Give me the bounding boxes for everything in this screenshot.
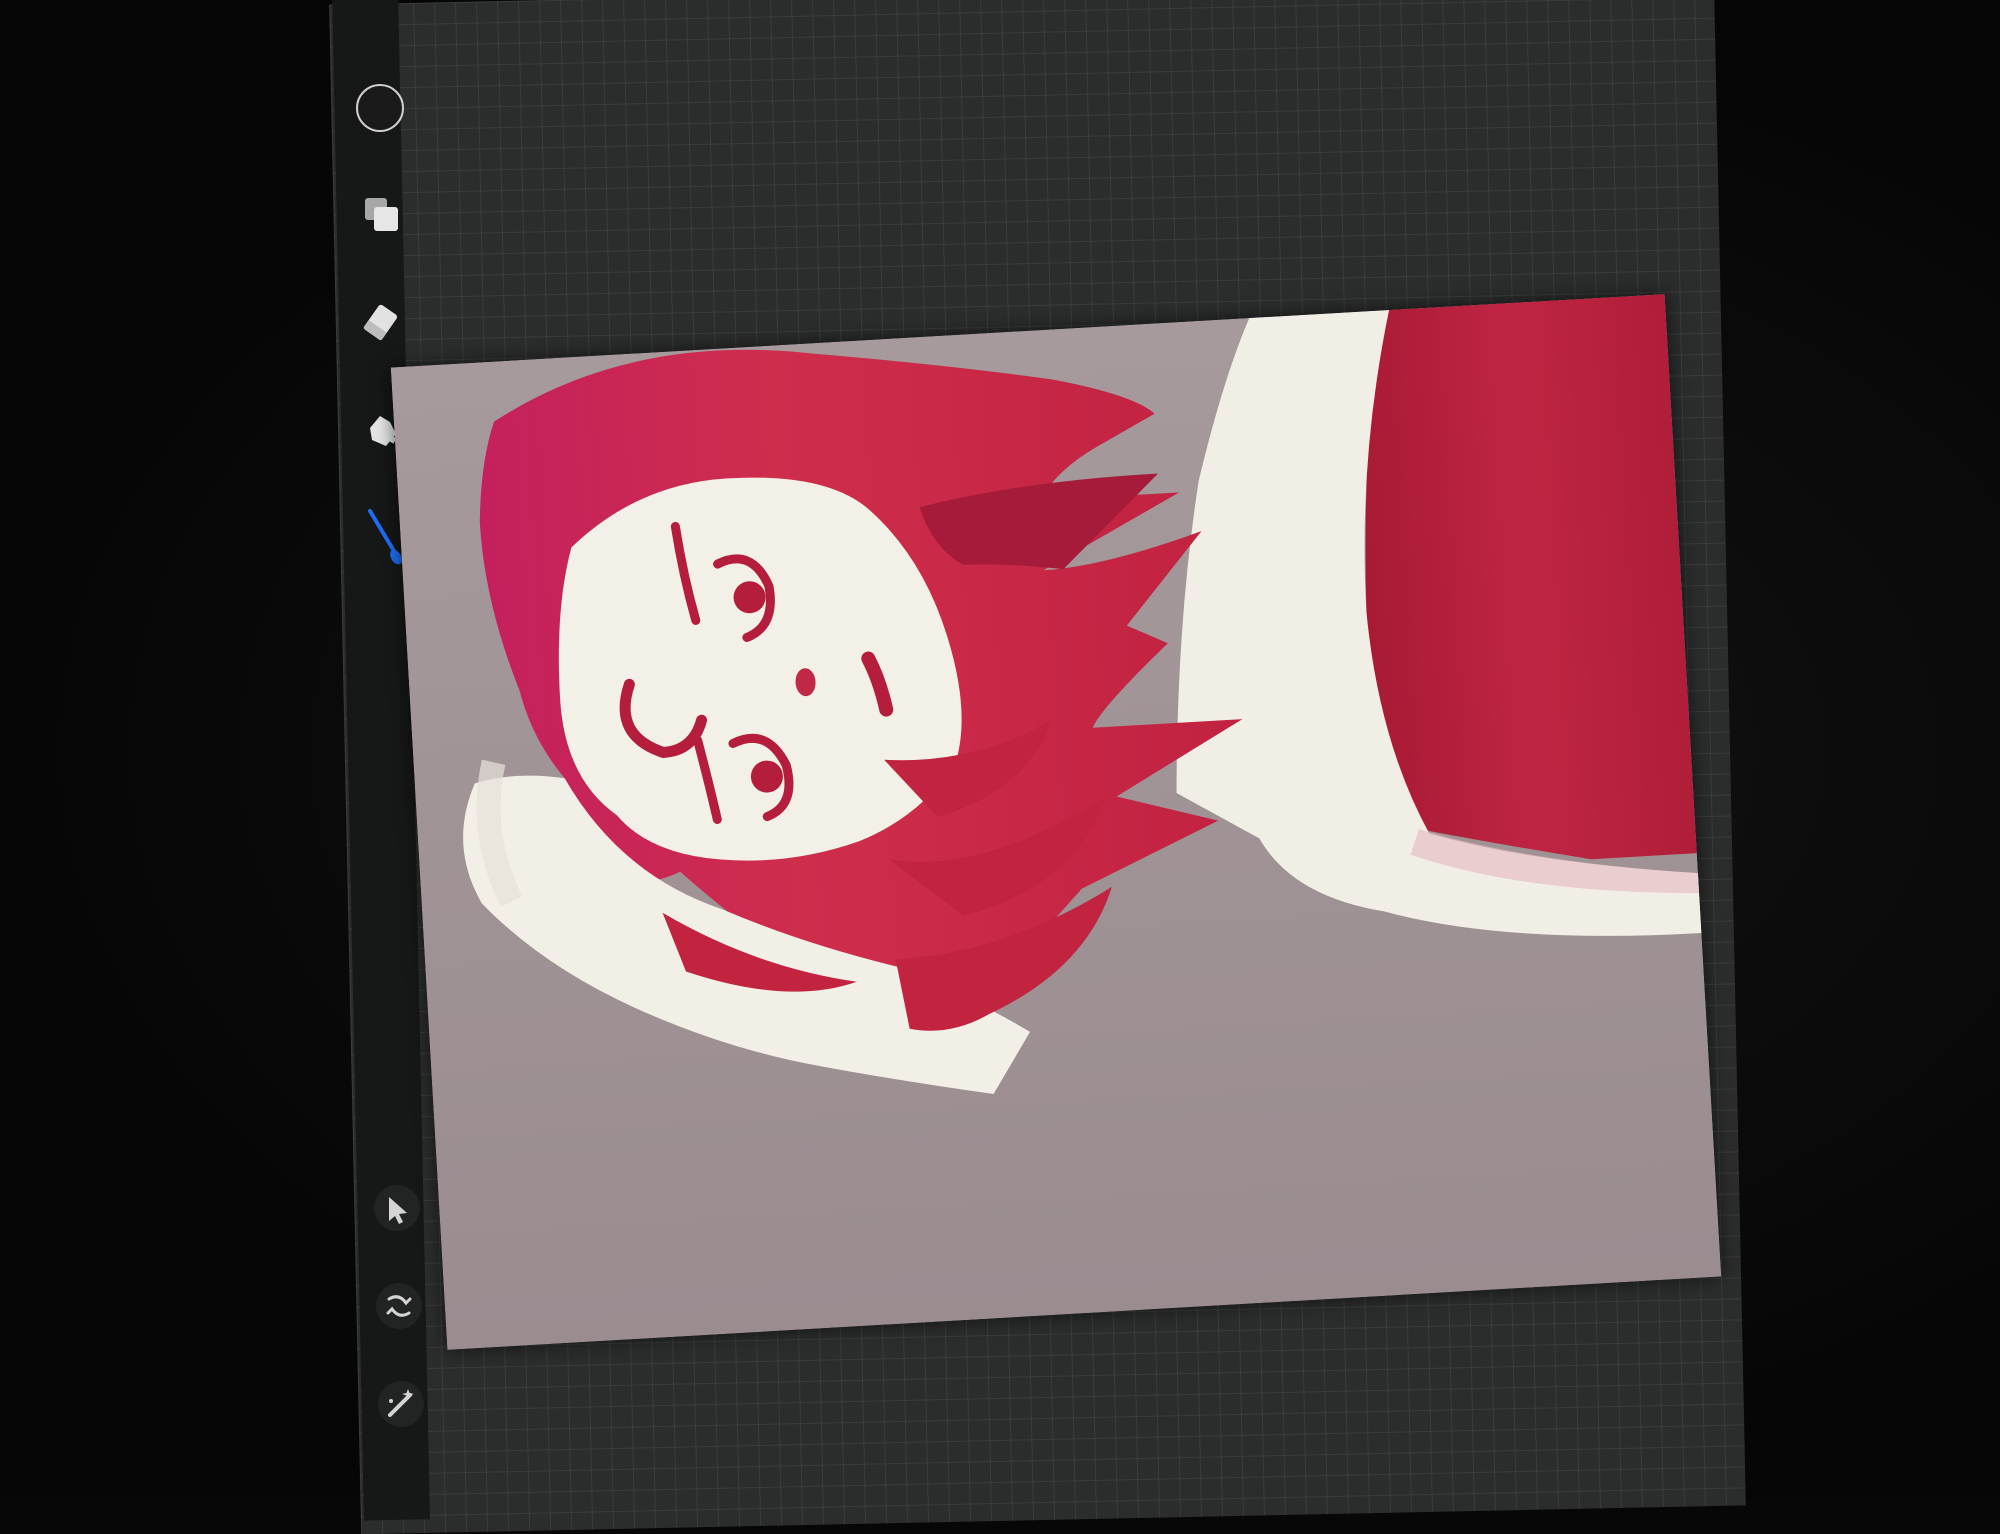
artwork-canvas[interactable] (390, 294, 1722, 1350)
selection-arrow-icon[interactable] (372, 1183, 422, 1233)
portrait-painting (390, 294, 1722, 1350)
eraser-icon[interactable] (357, 297, 407, 347)
color-picker-icon[interactable] (356, 84, 404, 132)
adjustments-wand-icon[interactable] (376, 1379, 426, 1429)
layers-icon[interactable] (357, 190, 407, 240)
transform-icon[interactable] (374, 1281, 424, 1331)
